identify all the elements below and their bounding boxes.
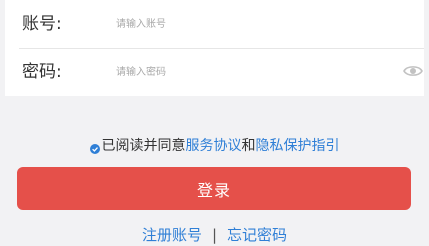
privacy-policy-link[interactable]: 隐私保护指引 (256, 138, 340, 154)
register-link[interactable]: 注册账号 (142, 226, 202, 244)
check-circle-icon[interactable] (89, 140, 100, 154)
login-button[interactable]: 登录 (17, 167, 411, 210)
agreement-prefix: 已阅读并同意 (101, 138, 186, 154)
agreement-line: 已阅读并同意服务协议和隐私保护指引 (0, 136, 429, 156)
password-input[interactable] (116, 61, 386, 83)
account-input[interactable] (116, 13, 386, 35)
eye-icon[interactable] (403, 63, 423, 79)
service-agreement-link[interactable]: 服务协议 (186, 138, 242, 154)
link-separator: | (211, 226, 218, 244)
forgot-password-link[interactable]: 忘记密码 (227, 226, 287, 244)
login-form-card: 账号: 密码: (5, 0, 424, 96)
account-label: 账号: (22, 14, 62, 34)
account-row: 账号: (5, 0, 424, 48)
password-row: 密码: (5, 48, 424, 96)
agreement-joiner: 和 (241, 138, 256, 154)
password-label: 密码: (22, 62, 62, 82)
bottom-links: 注册账号 | 忘记密码 (0, 224, 429, 246)
